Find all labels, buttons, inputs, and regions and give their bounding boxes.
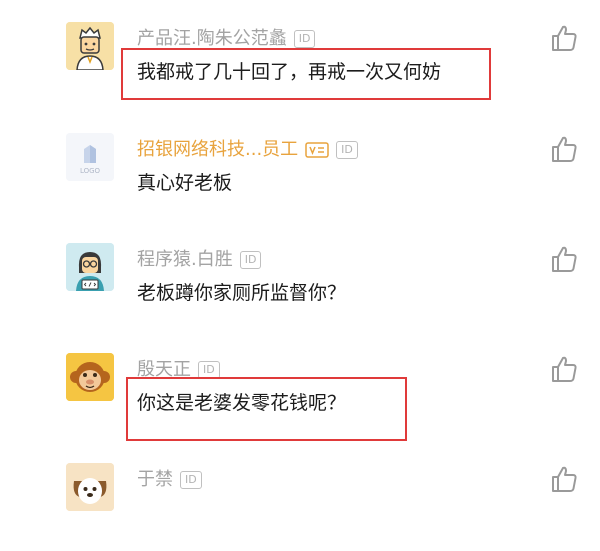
like-button[interactable] xyxy=(549,244,579,274)
comment-text: 我都戒了几十回了，再戒一次又何妨 xyxy=(137,61,442,83)
user-avatar[interactable] xyxy=(66,243,114,291)
like-button[interactable] xyxy=(549,464,579,494)
like-button[interactable] xyxy=(549,354,579,384)
comment-item: 程序猿.白胜 ID 老板蹲你家厕所监督你？ xyxy=(0,221,600,331)
thumbs-up-icon xyxy=(552,466,577,492)
user-avatar[interactable] xyxy=(66,353,114,401)
username-row: 产品汪.陶朱公范蠡 ID xyxy=(137,27,316,51)
id-badge: ID xyxy=(239,251,262,269)
dog-avatar-icon xyxy=(66,463,114,511)
comment-text: 你这是老婆发零花钱呢？ xyxy=(137,392,347,414)
company-logo-avatar-icon: LOGO xyxy=(66,133,114,181)
company-username[interactable]: 招银网络科技...员工 xyxy=(137,138,298,162)
id-badge: ID xyxy=(198,361,220,379)
thumbs-up-icon xyxy=(552,25,577,51)
comment-item: 产品汪.陶朱公范蠡 ID 我都戒了几十回了，再戒一次又何妨 xyxy=(0,0,600,110)
comment-text: 真心好老板 xyxy=(137,172,233,194)
comment-item: 于禁 ID xyxy=(0,441,600,551)
username-row: 程序猿.白胜 ID xyxy=(137,248,262,272)
cartoon-man-avatar-icon xyxy=(66,22,114,70)
thumbs-up-icon xyxy=(552,136,577,162)
logo-wordmark: LOGO xyxy=(80,167,101,175)
username-row: 于禁 ID xyxy=(137,468,202,492)
username-row: 殷天正 ID xyxy=(137,358,220,382)
user-avatar[interactable] xyxy=(66,22,114,70)
username-row: 招银网络科技...员工 ID xyxy=(137,138,358,162)
username[interactable]: 于禁 xyxy=(137,468,173,492)
like-button[interactable] xyxy=(549,134,579,164)
thumbs-up-icon xyxy=(552,246,577,272)
comment-item: LOGO 招银网络科技...员工 ID 真心好老板 xyxy=(0,111,600,221)
username[interactable]: 产品汪.陶朱公范蠡 xyxy=(137,27,287,51)
id-badge: ID xyxy=(180,471,202,489)
user-avatar[interactable] xyxy=(66,463,114,511)
comment-item: 殷天正 ID 你这是老婆发零花钱呢？ xyxy=(0,331,600,441)
verified-employee-icon xyxy=(305,141,329,159)
like-button[interactable] xyxy=(549,23,579,53)
programmer-avatar-icon xyxy=(66,243,114,291)
comment-text: 老板蹲你家厕所监督你？ xyxy=(137,282,347,304)
username[interactable]: 殷天正 xyxy=(137,358,191,382)
id-badge: ID xyxy=(336,141,358,159)
id-badge: ID xyxy=(293,30,316,48)
comment-feed: 产品汪.陶朱公范蠡 ID 我都戒了几十回了，再戒一次又何妨 LOGO 招银网络科… xyxy=(0,0,600,511)
monkey-avatar-icon xyxy=(66,353,114,401)
username[interactable]: 程序猿.白胜 xyxy=(137,248,233,272)
company-avatar[interactable]: LOGO xyxy=(66,133,114,181)
thumbs-up-icon xyxy=(552,356,577,382)
